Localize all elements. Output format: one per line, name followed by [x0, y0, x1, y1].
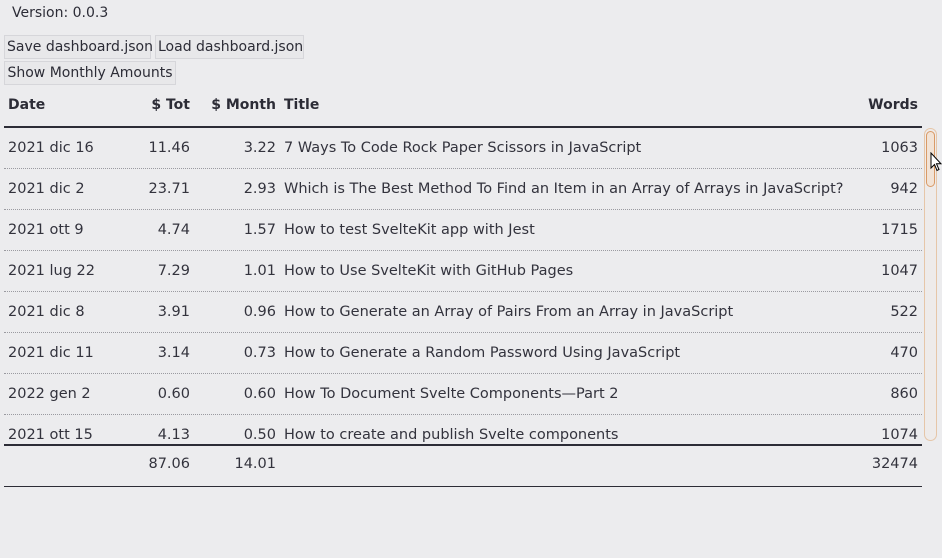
cell-month: 0.96 — [243, 304, 276, 320]
cell-total: 11.46 — [148, 140, 190, 156]
words-sum: 32474 — [871, 456, 918, 472]
cell-date: 2021 lug 22 — [8, 263, 95, 279]
cell-words: 860 — [890, 386, 918, 402]
table-row: 2021 dic 16 11.46 3.22 7 Ways To Code Ro… — [4, 128, 922, 169]
cell-words: 942 — [890, 181, 918, 197]
cell-total: 0.60 — [157, 386, 190, 402]
cell-total: 23.71 — [148, 181, 190, 197]
cell-month: 0.50 — [243, 427, 276, 443]
cell-words: 1047 — [881, 263, 918, 279]
cell-month: 2.93 — [243, 181, 276, 197]
cell-words: 1715 — [881, 222, 918, 238]
table-row: 2021 ott 15 4.13 0.50 How to create and … — [4, 415, 922, 444]
cell-date: 2022 gen 2 — [8, 386, 91, 402]
column-header-total[interactable]: $ Tot — [124, 97, 190, 113]
table-body[interactable]: 2021 dic 16 11.46 3.22 7 Ways To Code Ro… — [4, 128, 922, 446]
cell-words: 1074 — [881, 427, 918, 443]
cell-title: How to Generate an Array of Pairs From a… — [284, 304, 734, 320]
cell-total: 3.91 — [157, 304, 190, 320]
cell-date: 2021 dic 2 — [8, 181, 85, 197]
cell-total: 4.74 — [157, 222, 190, 238]
save-dashboard-button[interactable]: Save dashboard.json — [4, 35, 153, 59]
cell-title: How to create and publish Svelte compone… — [284, 427, 619, 443]
cell-month: 1.57 — [243, 222, 276, 238]
load-dashboard-button[interactable]: Load dashboard.json — [155, 35, 304, 59]
cell-total: 3.14 — [157, 345, 190, 361]
table-row: 2021 dic 2 23.71 2.93 Which is The Best … — [4, 169, 922, 210]
cell-month: 0.73 — [243, 345, 276, 361]
cell-title: How to Use SvelteKit with GitHub Pages — [284, 263, 574, 279]
table-row: 2021 lug 22 7.29 1.01 How to Use SvelteK… — [4, 251, 922, 292]
cell-date: 2021 ott 9 — [8, 222, 84, 238]
cell-month: 0.60 — [243, 386, 276, 402]
cell-month: 3.22 — [243, 140, 276, 156]
cell-total: 4.13 — [157, 427, 190, 443]
column-header-date[interactable]: Date — [8, 97, 128, 113]
table-scrollbar[interactable] — [924, 128, 937, 441]
cell-title: Which is The Best Method To Find an Item… — [284, 181, 844, 197]
version-label: Version: 0.0.3 — [12, 5, 109, 21]
cell-date: 2021 dic 11 — [8, 345, 94, 361]
table-row: 2022 gen 2 0.60 0.60 How To Document Sve… — [4, 374, 922, 415]
cell-title: How to Generate a Random Password Using … — [284, 345, 681, 361]
mouse-cursor-icon — [930, 152, 942, 172]
column-header-month[interactable]: $ Month — [194, 97, 276, 113]
month-sum: 14.01 — [234, 456, 276, 472]
cell-words: 470 — [890, 345, 918, 361]
cell-words: 522 — [890, 304, 918, 320]
cell-title: How To Document Svelte Components—Part 2 — [284, 386, 619, 402]
cell-title: 7 Ways To Code Rock Paper Scissors in Ja… — [284, 140, 642, 156]
cell-words: 1063 — [881, 140, 918, 156]
show-monthly-amounts-button[interactable]: Show Monthly Amounts — [4, 61, 176, 85]
articles-table: Date $ Tot $ Month Title Words 2021 dic … — [4, 86, 922, 487]
table-header: Date $ Tot $ Month Title Words — [4, 86, 922, 128]
table-footer-totals: 87.06 14.01 32474 — [4, 446, 922, 487]
column-header-title[interactable]: Title — [284, 97, 864, 113]
cell-date: 2021 dic 8 — [8, 304, 85, 320]
table-row: 2021 ott 9 4.74 1.57 How to test SvelteK… — [4, 210, 922, 251]
table-row: 2021 dic 11 3.14 0.73 How to Generate a … — [4, 333, 922, 374]
total-sum: 87.06 — [148, 456, 190, 472]
cell-title: How to test SvelteKit app with Jest — [284, 222, 535, 238]
table-row: 2021 dic 8 3.91 0.96 How to Generate an … — [4, 292, 922, 333]
cell-month: 1.01 — [243, 263, 276, 279]
cell-date: 2021 ott 15 — [8, 427, 93, 443]
cell-date: 2021 dic 16 — [8, 140, 94, 156]
cell-total: 7.29 — [157, 263, 190, 279]
column-header-words[interactable]: Words — [844, 97, 918, 113]
